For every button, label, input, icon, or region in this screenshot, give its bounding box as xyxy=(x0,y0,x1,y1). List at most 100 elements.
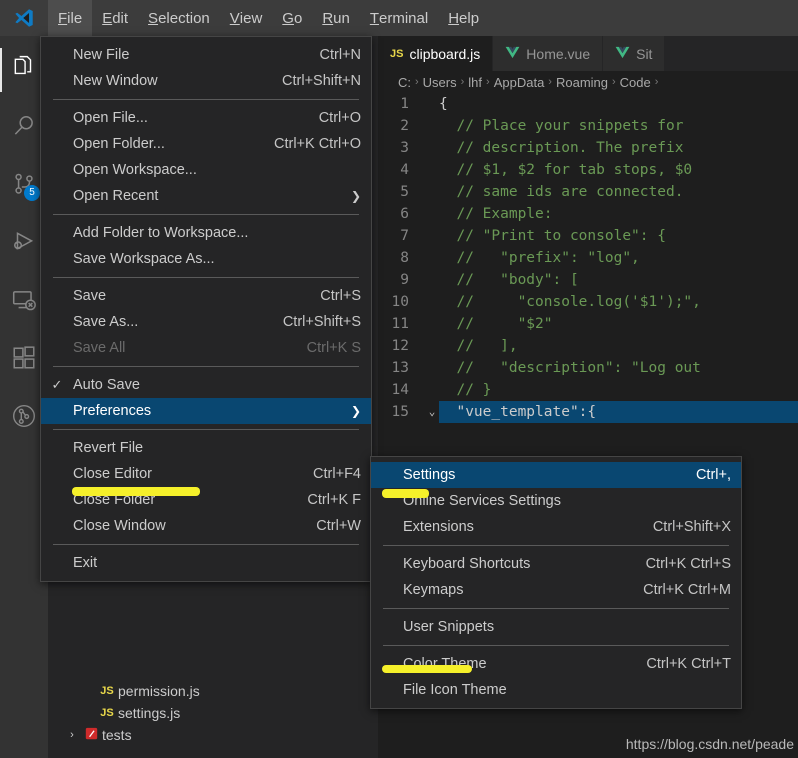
menu-item-open-file[interactable]: Open File... Ctrl+O xyxy=(41,105,371,131)
search-icon xyxy=(11,113,37,144)
run-debug-icon xyxy=(11,229,37,260)
menu-item-add-folder-to-workspace[interactable]: Add Folder to Workspace... xyxy=(41,220,371,246)
code-line[interactable]: 10 // "console.log('$1');", xyxy=(378,291,798,313)
menu-item-revert-file[interactable]: Revert File xyxy=(41,435,371,461)
menu-item-new-file[interactable]: New File Ctrl+N xyxy=(41,42,371,68)
fold-chevron-icon[interactable] xyxy=(425,159,439,181)
file-menu[interactable]: New File Ctrl+N New Window Ctrl+Shift+N Open… xyxy=(40,36,372,582)
fold-chevron-icon[interactable] xyxy=(425,203,439,225)
menu-item-open-recent[interactable]: Open Recent ❯ xyxy=(41,183,371,209)
fold-chevron-icon[interactable]: ⌄ xyxy=(425,401,439,423)
menu-item-color-theme[interactable]: Color Theme Ctrl+K Ctrl+T xyxy=(371,651,741,677)
menu-item-preferences[interactable]: Preferences ❯ xyxy=(41,398,371,424)
menu-item-save-all[interactable]: Save All Ctrl+K S xyxy=(41,335,371,361)
menu-item-new-window[interactable]: New Window Ctrl+Shift+N xyxy=(41,68,371,94)
menu-separator xyxy=(53,429,359,430)
menu-item-close-editor[interactable]: Close Editor Ctrl+F4 xyxy=(41,461,371,487)
menu-item-auto-save[interactable]: ✓ Auto Save xyxy=(41,372,371,398)
fold-chevron-icon[interactable] xyxy=(425,313,439,335)
fold-chevron-icon[interactable] xyxy=(425,357,439,379)
tree-item[interactable]: › tests xyxy=(48,724,378,746)
menu-item-open-folder[interactable]: Open Folder... Ctrl+K Ctrl+O xyxy=(41,131,371,157)
menu-item-save-workspace-as[interactable]: Save Workspace As... xyxy=(41,246,371,272)
code-line[interactable]: 3 // description. The prefix xyxy=(378,137,798,159)
menu-bar-item-help[interactable]: Help xyxy=(438,0,489,36)
menu-item-extensions[interactable]: Extensions Ctrl+Shift+X xyxy=(371,514,741,540)
editor-tab-sit[interactable]: Sit xyxy=(603,36,666,71)
menu-item-online-services-settings[interactable]: Online Services Settings xyxy=(371,488,741,514)
menu-item-label: Save xyxy=(73,288,107,304)
menu-bar-item-file[interactable]: File xyxy=(48,0,93,36)
fold-chevron-icon[interactable] xyxy=(425,115,439,137)
breadcrumb[interactable]: C: › Users › lhf › AppData › Roaming › Code › xyxy=(378,71,798,93)
menu-bar-item-go[interactable]: Go xyxy=(272,0,312,36)
menu-bar-item-edit[interactable]: Edit xyxy=(92,0,138,36)
tree-chevron-icon[interactable]: › xyxy=(64,729,80,741)
line-number: 12 xyxy=(391,338,409,354)
breadcrumb-segment[interactable]: Roaming xyxy=(556,75,608,90)
menu-mnemonic: S xyxy=(148,9,159,27)
breadcrumb-segment[interactable]: Users xyxy=(423,75,457,90)
preferences-submenu[interactable]: Settings Ctrl+, Online Services Settings Ex… xyxy=(370,456,742,709)
fold-chevron-icon[interactable] xyxy=(425,379,439,401)
code-line[interactable]: 5 // same ids are connected. xyxy=(378,181,798,203)
tree-item[interactable]: JS settings.js xyxy=(48,702,378,724)
menu-bar-items: File Edit Selection View Go Run Terminal Help xyxy=(48,0,489,36)
menu-bar-item-selection[interactable]: Selection xyxy=(138,0,220,36)
code-line[interactable]: 15 ⌄ "vue_template":{ xyxy=(378,401,798,423)
line-number: 3 xyxy=(400,140,409,156)
menu-item-keyboard-shortcuts[interactable]: Keyboard Shortcuts Ctrl+K Ctrl+S xyxy=(371,551,741,577)
breadcrumb-segment[interactable]: Code xyxy=(620,75,651,90)
breadcrumb-separator-icon: › xyxy=(415,76,419,88)
menu-item-save[interactable]: Save Ctrl+S xyxy=(41,283,371,309)
menu-item-file-icon-theme[interactable]: File Icon Theme xyxy=(371,677,741,703)
code-line[interactable]: 12 // ], xyxy=(378,335,798,357)
menu-separator xyxy=(53,366,359,367)
fold-chevron-icon[interactable] xyxy=(425,93,439,115)
fold-chevron-icon[interactable] xyxy=(425,269,439,291)
fold-chevron-icon[interactable] xyxy=(425,137,439,159)
menu-item-label: Keymaps xyxy=(403,582,464,598)
code-line[interactable]: 9 // "body": [ xyxy=(378,269,798,291)
menu-item-settings[interactable]: Settings Ctrl+, xyxy=(371,462,741,488)
js-file-icon: JS xyxy=(100,707,114,719)
menu-item-label: Add Folder to Workspace... xyxy=(73,225,249,241)
menu-bar-item-run[interactable]: Run xyxy=(312,0,360,36)
menu-item-label: Color Theme xyxy=(403,656,487,672)
menu-bar-item-terminal[interactable]: Terminal xyxy=(360,0,438,36)
breadcrumb-segment[interactable]: lhf xyxy=(468,75,482,90)
editor-tab-clipboard-js[interactable]: JS clipboard.js xyxy=(378,36,494,71)
menu-item-close-folder[interactable]: Close Folder Ctrl+K F xyxy=(41,487,371,513)
menu-item-open-workspace[interactable]: Open Workspace... xyxy=(41,157,371,183)
code-line[interactable]: 2 // Place your snippets for xyxy=(378,115,798,137)
code-line[interactable]: 8 // "prefix": "log", xyxy=(378,247,798,269)
code-line[interactable]: 1{ xyxy=(378,93,798,115)
fold-chevron-icon[interactable] xyxy=(425,181,439,203)
menu-item-close-window[interactable]: Close Window Ctrl+W xyxy=(41,513,371,539)
menu-item-keymaps[interactable]: Keymaps Ctrl+K Ctrl+M xyxy=(371,577,741,603)
menu-item-save-as[interactable]: Save As... Ctrl+Shift+S xyxy=(41,309,371,335)
breadcrumb-segment[interactable]: AppData xyxy=(494,75,545,90)
fold-chevron-icon[interactable] xyxy=(425,247,439,269)
fold-chevron-icon[interactable] xyxy=(425,335,439,357)
editor-tab-home-vue[interactable]: Home.vue xyxy=(493,36,604,71)
code-line[interactable]: 11 // "$2" xyxy=(378,313,798,335)
code-line[interactable]: 7 // "Print to console": { xyxy=(378,225,798,247)
fold-chevron-icon[interactable] xyxy=(425,225,439,247)
line-number: 1 xyxy=(400,96,409,112)
menu-item-shortcut: Ctrl+S xyxy=(320,288,361,304)
tree-item[interactable]: JS permission.js xyxy=(48,680,378,702)
menu-item-shortcut: Ctrl+N xyxy=(319,47,362,63)
menu-item-exit[interactable]: Exit xyxy=(41,550,371,576)
code-line[interactable]: 6 // Example: xyxy=(378,203,798,225)
code-line[interactable]: 4 // $1, $2 for tab stops, $0 xyxy=(378,159,798,181)
fold-chevron-icon[interactable] xyxy=(425,291,439,313)
menu-separator xyxy=(53,99,359,100)
menu-item-user-snippets[interactable]: User Snippets xyxy=(371,614,741,640)
breadcrumb-segment[interactable]: C: xyxy=(398,75,411,90)
menu-bar-item-view[interactable]: View xyxy=(220,0,273,36)
menu-item-label: Save As... xyxy=(73,314,139,330)
code-line[interactable]: 14 // } xyxy=(378,379,798,401)
code-line[interactable]: 13 // "description": "Log out xyxy=(378,357,798,379)
menu-mnemonic: H xyxy=(448,9,460,27)
